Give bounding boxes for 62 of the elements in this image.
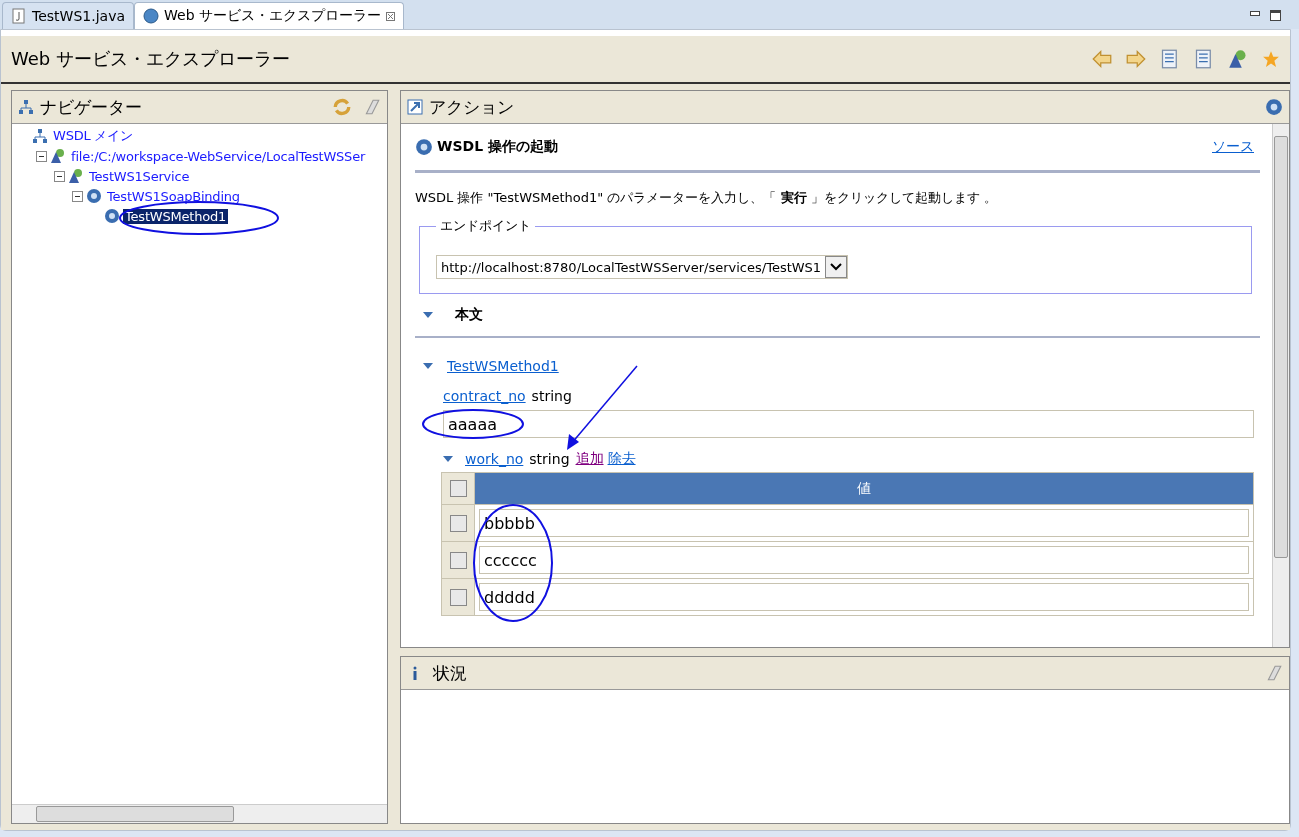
horizontal-scrollbar[interactable] bbox=[12, 804, 387, 823]
tree-item[interactable]: TestWS1SoapBinding bbox=[105, 188, 242, 204]
tree-item[interactable]: file:/C:/workspace-WebService/LocalTestWSSer bbox=[69, 148, 368, 164]
add-link[interactable]: 追加 bbox=[575, 450, 604, 468]
vertical-scrollbar[interactable] bbox=[1272, 124, 1289, 647]
gear-icon bbox=[104, 208, 120, 224]
section-title: 本文 bbox=[455, 306, 483, 324]
expanded-triangle-icon[interactable] bbox=[443, 456, 453, 462]
description-text: WSDL 操作 "TestWSMethod1" のパラメーターを入力し、「 実行 」をクリックして起動します 。 bbox=[415, 189, 998, 207]
document-icon bbox=[1160, 49, 1180, 69]
input-field[interactable]: ddddd bbox=[479, 583, 1249, 611]
source-link[interactable]: ソース bbox=[1212, 138, 1254, 156]
input-field[interactable]: aaaaa bbox=[443, 410, 1254, 438]
remove-link[interactable]: 除去 bbox=[607, 450, 636, 468]
checkbox[interactable] bbox=[449, 551, 467, 569]
navigator-icon bbox=[18, 99, 34, 115]
checkbox[interactable] bbox=[449, 480, 467, 497]
star-icon bbox=[1262, 50, 1280, 68]
editor-tab[interactable]: TestWS1.java bbox=[2, 2, 134, 29]
panel-title: 状況 bbox=[433, 661, 467, 685]
tree-item[interactable]: TestWS1Service bbox=[87, 168, 192, 184]
arrow-icon bbox=[407, 99, 423, 115]
parameter-link[interactable]: work_no bbox=[465, 451, 524, 467]
document-icon bbox=[11, 8, 27, 24]
editor-tab[interactable]: Web サービス・エクスプローラー bbox=[134, 2, 404, 29]
sync-icon bbox=[333, 98, 351, 116]
endpoint-dropdown[interactable]: http://localhost:8780/LocalTestWSServer/services/TestWS1 bbox=[436, 255, 849, 279]
method-link[interactable]: TestWSMethod1 bbox=[447, 358, 559, 374]
panel-title: アクション bbox=[429, 95, 514, 119]
type-label: string bbox=[531, 388, 572, 404]
tree-icon bbox=[32, 128, 48, 144]
service-icon bbox=[1228, 49, 1248, 69]
section-heading: WSDL 操作の起動 bbox=[437, 138, 558, 156]
input-field[interactable]: cccccc bbox=[479, 546, 1249, 574]
parameter-link[interactable]: contract_no bbox=[443, 388, 526, 404]
collapse-icon[interactable] bbox=[72, 190, 83, 202]
eraser-icon bbox=[1265, 664, 1283, 682]
forward-arrow-icon bbox=[1126, 49, 1146, 69]
collapse-icon[interactable] bbox=[36, 150, 47, 162]
minimize-icon[interactable] bbox=[1250, 11, 1260, 17]
chevron-down-icon bbox=[830, 263, 843, 271]
tree-item[interactable]: WSDL メイン bbox=[51, 127, 135, 145]
collapse-icon[interactable] bbox=[54, 170, 65, 182]
service-icon bbox=[68, 168, 84, 184]
checkbox[interactable] bbox=[449, 588, 467, 606]
tree-item[interactable]: TestWSMethod1 bbox=[123, 208, 229, 224]
back-arrow-icon bbox=[1092, 49, 1112, 69]
expanded-triangle-icon[interactable] bbox=[423, 312, 433, 318]
group-label: エンドポイント bbox=[439, 217, 532, 235]
eraser-icon bbox=[363, 98, 381, 116]
globe-icon bbox=[143, 8, 159, 24]
window-title: Web サービス・エクスプローラー bbox=[11, 47, 290, 71]
panel-title: ナビゲーター bbox=[40, 95, 142, 119]
input-field[interactable]: bbbbb bbox=[479, 509, 1249, 537]
type-label: string bbox=[529, 451, 570, 467]
service-icon bbox=[50, 148, 66, 164]
expanded-triangle-icon[interactable] bbox=[423, 363, 433, 369]
checkbox[interactable] bbox=[449, 514, 467, 532]
close-icon[interactable] bbox=[386, 11, 395, 21]
gear-icon bbox=[86, 188, 102, 204]
column-header: 値 bbox=[475, 473, 1253, 504]
maximize-icon[interactable] bbox=[1270, 10, 1281, 21]
